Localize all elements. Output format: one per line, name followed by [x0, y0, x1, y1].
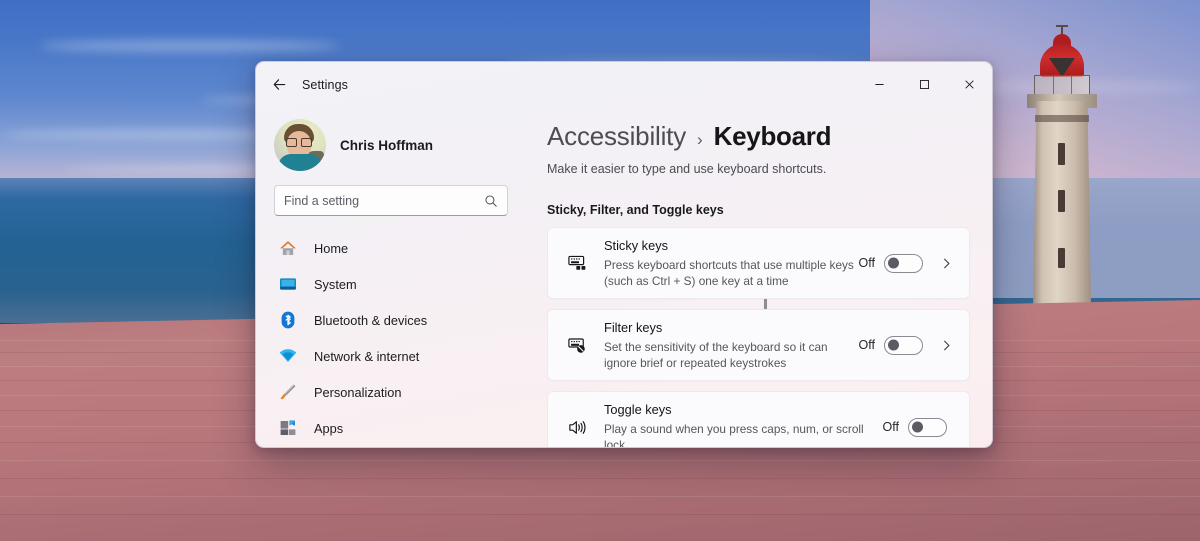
bluetooth-icon: [278, 310, 298, 330]
window-controls: [857, 62, 992, 107]
toggle-keys-toggle[interactable]: [908, 417, 947, 437]
lighthouse-window: [1058, 190, 1065, 212]
breadcrumb-parent[interactable]: Accessibility: [547, 121, 686, 152]
status-badge: Off: [858, 256, 875, 271]
toggle-group: Off: [858, 335, 953, 355]
card-text: Toggle keys Play a sound when you press …: [604, 392, 883, 447]
chevron-right-icon[interactable]: [940, 339, 953, 352]
page-title: Keyboard: [713, 121, 832, 151]
card-title: Filter keys: [604, 320, 663, 336]
lighthouse-band: [1035, 115, 1089, 122]
sidebar-item-network-internet[interactable]: Network & internet: [266, 338, 504, 374]
sticky-keys-card[interactable]: Sticky keys Press keyboard shortcuts tha…: [547, 227, 970, 300]
card-title: Toggle keys: [604, 402, 672, 418]
toggle-group: Off: [858, 253, 953, 273]
sticky-keys-keyboard-icon: [564, 253, 590, 274]
close-icon: [965, 80, 974, 89]
sidebar-item-apps[interactable]: Apps: [266, 410, 504, 446]
system-monitor-icon: [278, 274, 298, 294]
profile-name: Chris Hoffman: [340, 137, 434, 153]
lighthouse-railing: [1034, 75, 1090, 96]
sidebar-item-home[interactable]: Home: [266, 230, 504, 266]
breadcrumb: Accessibility › Keyboard: [547, 121, 970, 152]
chevron-right-icon[interactable]: [940, 257, 953, 270]
page-description: Make it easier to type and use keyboard …: [547, 162, 827, 176]
filter-keys-card[interactable]: Filter keys Set the sensitivity of the k…: [547, 309, 970, 382]
close-button[interactable]: [947, 62, 992, 107]
section-title: Sticky, Filter, and Toggle keys: [547, 203, 724, 217]
title-bar: Settings: [256, 62, 992, 107]
maximize-icon: [920, 80, 929, 89]
card-subtitle: Set the sensitivity of the keyboard so i…: [604, 339, 828, 370]
back-arrow-icon: [273, 79, 285, 90]
sidebar-item-label: Network & internet: [314, 348, 420, 364]
sidebar-item-label: System: [314, 276, 357, 292]
speaker-sound-icon: [564, 417, 590, 438]
paintbrush-icon: [278, 382, 298, 402]
navigation-list: Home System Bluetooth & devices Network …: [256, 230, 526, 446]
maximize-button[interactable]: [902, 62, 947, 107]
lighthouse-window: [1058, 248, 1065, 268]
toggle-keys-card[interactable]: Toggle keys Play a sound when you press …: [547, 391, 970, 447]
sidebar-item-label: Personalization: [314, 384, 402, 400]
back-button[interactable]: [264, 70, 294, 100]
filter-keys-toggle[interactable]: [884, 335, 923, 355]
sidebar-item-personalization[interactable]: Personalization: [266, 374, 504, 410]
settings-window: Settings Chris Hoffman Find a setting Ho…: [255, 61, 993, 448]
status-badge: Off: [858, 338, 875, 353]
sidebar-item-label: Home: [314, 240, 349, 256]
toggle-group: Off: [882, 417, 947, 437]
status-badge: Off: [882, 420, 899, 435]
lighthouse-lantern: [1040, 44, 1084, 77]
card-subtitle: Press keyboard shortcuts that use multip…: [604, 257, 854, 288]
card-subtitle: Play a sound when you press caps, num, o…: [604, 421, 864, 447]
card-text: Filter keys Set the sensitivity of the k…: [604, 310, 859, 380]
sidebar-item-bluetooth-devices[interactable]: Bluetooth & devices: [266, 302, 504, 338]
sidebar-item-label: Apps: [314, 420, 344, 436]
home-icon: [278, 238, 298, 258]
main-content: Accessibility › Keyboard Make it easier …: [526, 107, 992, 447]
search-icon: [485, 194, 497, 207]
minimize-icon: [875, 84, 884, 85]
avatar: [274, 119, 326, 171]
sidebar: Chris Hoffman Home: [256, 107, 526, 447]
sidebar-item-system[interactable]: System: [266, 266, 504, 302]
cloud: [40, 40, 340, 52]
card-title: Sticky keys: [604, 238, 668, 253]
app-title: Settings: [302, 77, 348, 92]
user-profile[interactable]: Chris Hoffman: [256, 107, 526, 171]
lighthouse-window: [1058, 143, 1065, 165]
sidebar-item-label: Bluetooth & devices: [314, 312, 428, 328]
sticky-keys-toggle[interactable]: [884, 253, 923, 273]
search-input[interactable]: [284, 193, 484, 208]
wifi-icon: [278, 346, 298, 366]
apps-icon: [278, 418, 298, 438]
minimize-button[interactable]: [857, 62, 902, 107]
search-container: [256, 171, 526, 216]
lighthouse: [1025, 18, 1103, 304]
breadcrumb-separator: ›: [697, 130, 703, 149]
search-box[interactable]: [274, 185, 508, 216]
filter-keys-keyboard-icon: [564, 335, 590, 356]
card-text: Sticky keys Press keyboard shortcuts tha…: [604, 228, 859, 298]
